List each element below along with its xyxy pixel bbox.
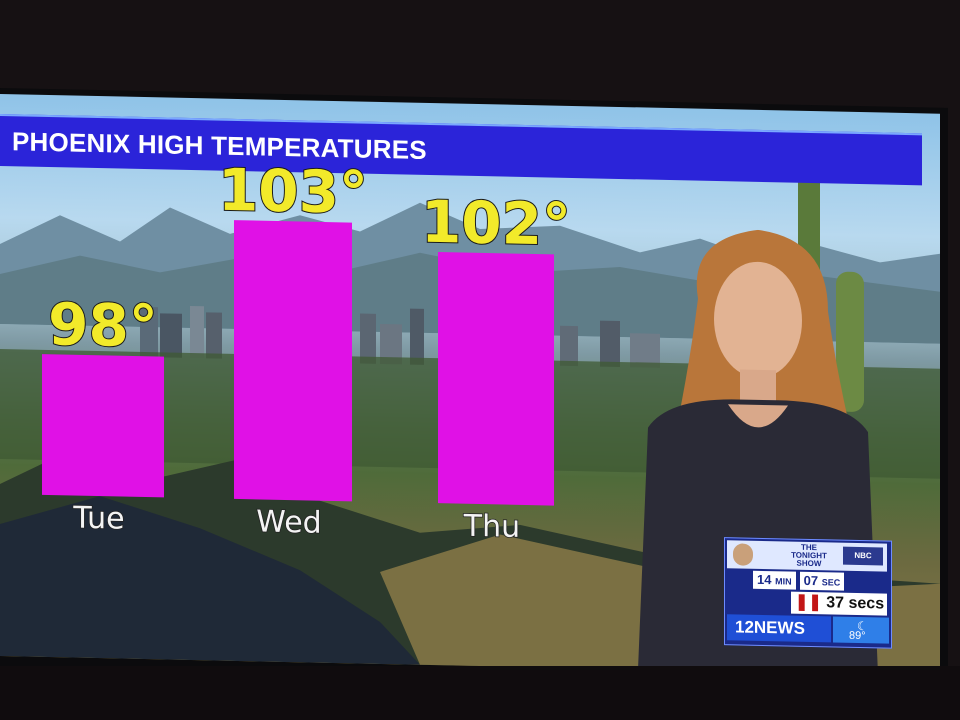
countdown-minutes: 14 MIN (753, 570, 796, 590)
bar-value-label: 98° (48, 290, 158, 360)
promo-show-strip: THE TONIGHT SHOW NBC (727, 540, 887, 572)
countdown-timer: 14 MIN 07 SEC (753, 570, 845, 591)
bar-tue (42, 354, 164, 498)
bar-wed (234, 220, 352, 502)
category-label: Wed (256, 504, 321, 540)
broadcast-frame: PHOENIX HIGH TEMPERATURES 98° Tue 103° Wed 1… (0, 94, 940, 676)
countdown-seconds: 07 SEC (799, 571, 845, 591)
station-logo: 12NEWS (727, 614, 831, 643)
category-label: Tue (72, 501, 124, 537)
bar-value-label: 103° (218, 156, 368, 227)
bar-thu (438, 251, 554, 506)
promo-graphic: THE TONIGHT SHOW NBC 14 MIN 07 SEC ❚❚ 37… (724, 537, 892, 649)
host-thumbnail (733, 543, 753, 566)
network-logo-icon: NBC (843, 546, 883, 566)
pause-icon: ❚❚ (795, 593, 822, 612)
tv-screen: PHOENIX HIGH TEMPERATURES 98° Tue 103° Wed 1… (0, 88, 948, 686)
current-temperature: 89° (849, 629, 866, 643)
secs-remaining: ❚❚ 37 secs (791, 591, 887, 616)
current-weather-chip: ☾ 89° (833, 616, 889, 644)
show-name: THE TONIGHT SHOW (791, 542, 827, 569)
tv-bezel (0, 666, 960, 720)
category-label: Thu (463, 509, 520, 545)
bar-value-label: 102° (421, 188, 571, 259)
